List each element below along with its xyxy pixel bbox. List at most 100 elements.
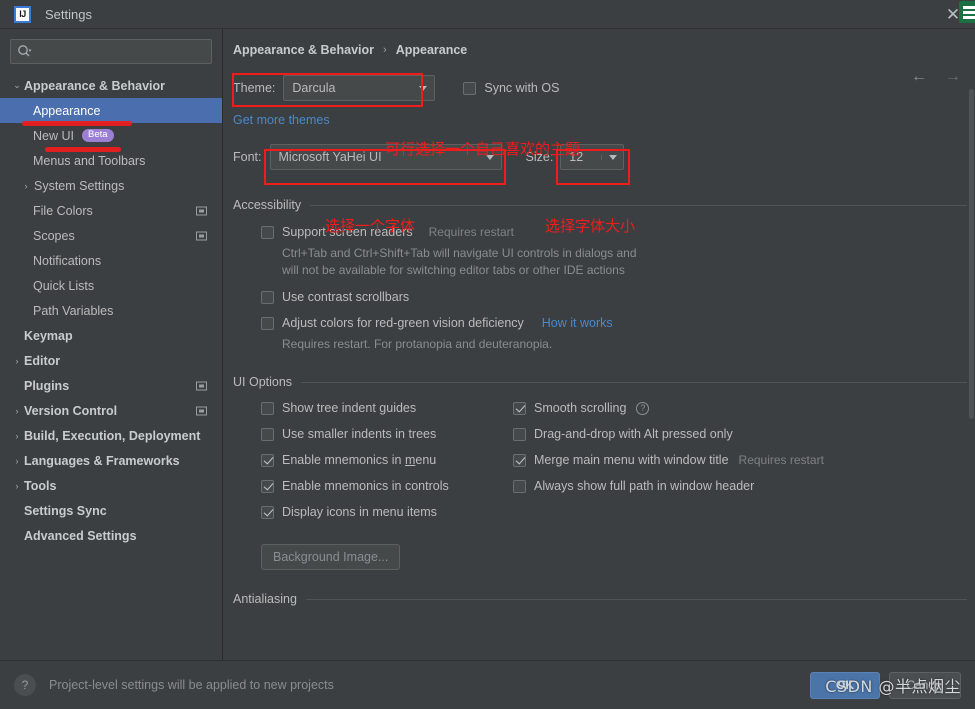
chevron-down-icon[interactable]: ⌄ [10,80,24,91]
sidebar-item-editor[interactable]: › Editor [0,348,222,373]
sidebar-item-keymap[interactable]: ›Keymap [0,323,222,348]
sidebar-item-label: File Colors [33,203,93,218]
ui-option-show-tree-indent-guides-checkbox[interactable] [261,401,274,415]
ui-option-display-icons-in-menu-items-label: Display icons in menu items [282,505,437,519]
theme-combobox[interactable]: Darcula [283,75,436,101]
title-bar: IJ Settings ✕ [0,0,975,28]
ui-options-right-column: Smooth scrolling? Drag-and-drop with Alt … [513,401,975,531]
breadcrumb-separator-icon: › [383,44,387,56]
sidebar-item-label: Quick Lists [33,278,95,293]
search-input[interactable] [32,44,205,59]
ui-option-display-icons-in-menu-items-row[interactable]: Display icons in menu items [261,505,513,519]
sidebar-item-settings-sync[interactable]: ›Settings Sync [0,498,222,523]
background-image-button[interactable]: Background Image... [261,544,401,570]
settings-content: Theme: Darcula Sync with OS Get more the… [223,75,975,606]
chevron-right-icon[interactable]: › [10,356,24,366]
ui-option-enable-mnemonics-in-controls-row[interactable]: Enable mnemonics in controls [261,479,513,493]
ui-option-merge-main-menu-with-window-title-checkbox[interactable] [513,453,526,467]
sidebar-item-new-ui[interactable]: New UI Beta [0,123,222,148]
sidebar-item-quick-lists[interactable]: Quick Lists [0,273,222,298]
sidebar-item-system-settings[interactable]: › System Settings [0,173,222,198]
dialog-body: ⌄ Appearance & Behavior Appearance New UI Be… [0,28,975,660]
sidebar-item-file-colors[interactable]: File Colors [0,198,222,223]
search-box[interactable] [10,39,212,64]
sidebar-item-notifications[interactable]: Notifications [0,248,222,273]
ui-options-title: UI Options [233,375,293,389]
breadcrumb-parent[interactable]: Appearance & Behavior [233,43,374,57]
ui-option-enable-mnemonics-in-controls-checkbox[interactable] [261,479,274,493]
ui-option-smooth-scrolling-row[interactable]: Smooth scrolling? [513,401,975,415]
help-icon[interactable]: ? [636,401,650,415]
chevron-right-icon[interactable]: › [19,181,33,191]
red-green-row[interactable]: Adjust colors for red-green vision defic… [261,316,975,330]
ui-option-use-smaller-indents-in-trees-row[interactable]: Use smaller indents in trees [261,427,513,441]
red-green-description: Requires restart. For protanopia and deu… [282,337,553,351]
project-scope-icon [196,405,207,416]
ui-option-always-show-full-path-in-window-header-checkbox[interactable] [513,479,526,493]
sidebar-item-label: Tools [24,478,57,493]
sidebar-item-advanced-settings[interactable]: ›Advanced Settings [0,523,222,548]
sidebar-item-plugins[interactable]: ›Plugins [0,373,222,398]
ui-option-drag-and-drop-with-alt-pressed-only-row[interactable]: Drag-and-drop with Alt pressed only [513,427,975,441]
sidebar-item-version-control[interactable]: › Version Control [0,398,222,423]
sidebar-item-appearance[interactable]: Appearance [0,98,222,123]
sidebar-item-label: Path Variables [33,303,114,318]
annotation-underline-appearance-behavior [22,121,132,126]
close-icon[interactable]: ✕ [943,4,963,24]
ui-option-show-tree-indent-guides-label: Show tree indent guides [282,401,417,415]
ui-option-display-icons-in-menu-items-checkbox[interactable] [261,505,274,519]
sidebar-item-path-variables[interactable]: Path Variables [0,298,222,323]
sidebar-item-build-execution-deployment[interactable]: › Build, Execution, Deployment [0,423,222,448]
contrast-scrollbars-checkbox[interactable] [261,290,274,304]
forward-arrow-icon[interactable]: → [945,69,961,85]
annotation-underline-appearance [45,147,121,152]
chevron-right-icon[interactable]: › [10,431,24,441]
contrast-scrollbars-row[interactable]: Use contrast scrollbars [261,290,975,304]
screen-readers-desc-line2: will not be available for switching edit… [282,263,625,277]
sidebar-search-area [0,29,222,64]
red-green-checkbox[interactable] [261,316,274,330]
theme-value: Darcula [292,81,336,95]
chevron-right-icon[interactable]: › [10,406,24,416]
ui-option-show-tree-indent-guides-row[interactable]: Show tree indent guides [261,401,513,415]
sidebar-item-label: Scopes [33,228,75,243]
ui-option-merge-main-menu-with-window-title-row[interactable]: Merge main menu with window title Require… [513,453,975,467]
how-it-works-link[interactable]: How it works [542,316,613,330]
settings-main-panel: Appearance & Behavior › Appearance ← → T… [223,29,975,660]
ui-option-use-smaller-indents-in-trees-checkbox[interactable] [261,427,274,441]
background-image-row: Background Image... [233,544,975,570]
breadcrumb: Appearance & Behavior › Appearance [223,29,975,57]
sidebar-item-label: Build, Execution, Deployment [24,428,201,443]
ok-button[interactable]: OK [810,671,880,699]
main-scrollbar-thumb[interactable] [969,89,974,419]
annotation-text-theme: 可行选择一个自己喜欢的主题 [385,140,581,158]
sidebar-item-appearance-behavior[interactable]: ⌄ Appearance & Behavior [0,73,222,98]
sync-with-os-checkbox[interactable] [463,81,477,95]
get-more-themes-link[interactable]: Get more themes [233,113,330,127]
antialiasing-section-header: Antialiasing [233,592,975,606]
cancel-button[interactable]: Cancel [889,671,961,699]
ui-option-always-show-full-path-in-window-header-row[interactable]: Always show full path in window header [513,479,975,493]
accessibility-section-header: Accessibility [233,198,975,212]
ui-option-drag-and-drop-with-alt-pressed-only-checkbox[interactable] [513,427,526,441]
ui-option-enable-mnemonics-in-menu-row[interactable]: Enable mnemonics in menu [261,453,513,467]
settings-window: IJ Settings ✕ ⌄ Appearance & Behavior Ap… [0,0,975,709]
ui-option-enable-mnemonics-in-menu-checkbox[interactable] [261,453,274,467]
help-icon[interactable]: ? [14,674,36,696]
accessibility-title: Accessibility [233,198,302,212]
chevron-right-icon[interactable]: › [10,456,24,466]
section-divider [301,381,967,383]
main-scrollbar[interactable] [969,89,974,649]
accessibility-options: Support screen readers Requires restart … [233,225,975,353]
sidebar-item-tools[interactable]: › Tools [0,473,222,498]
sync-with-os-checkbox-row[interactable]: Sync with OS [463,81,559,95]
sidebar-item-label: Editor [24,353,61,368]
support-screen-readers-checkbox[interactable] [261,225,274,239]
sidebar-item-scopes[interactable]: Scopes [0,223,222,248]
back-arrow-icon[interactable]: ← [911,69,927,85]
ui-option-smooth-scrolling-checkbox[interactable] [513,401,526,415]
chevron-right-icon[interactable]: › [10,481,24,491]
sidebar-item-label: Settings Sync [24,503,107,518]
sidebar-item-label: Advanced Settings [24,528,137,543]
sidebar-item-languages-frameworks[interactable]: › Languages & Frameworks [0,448,222,473]
